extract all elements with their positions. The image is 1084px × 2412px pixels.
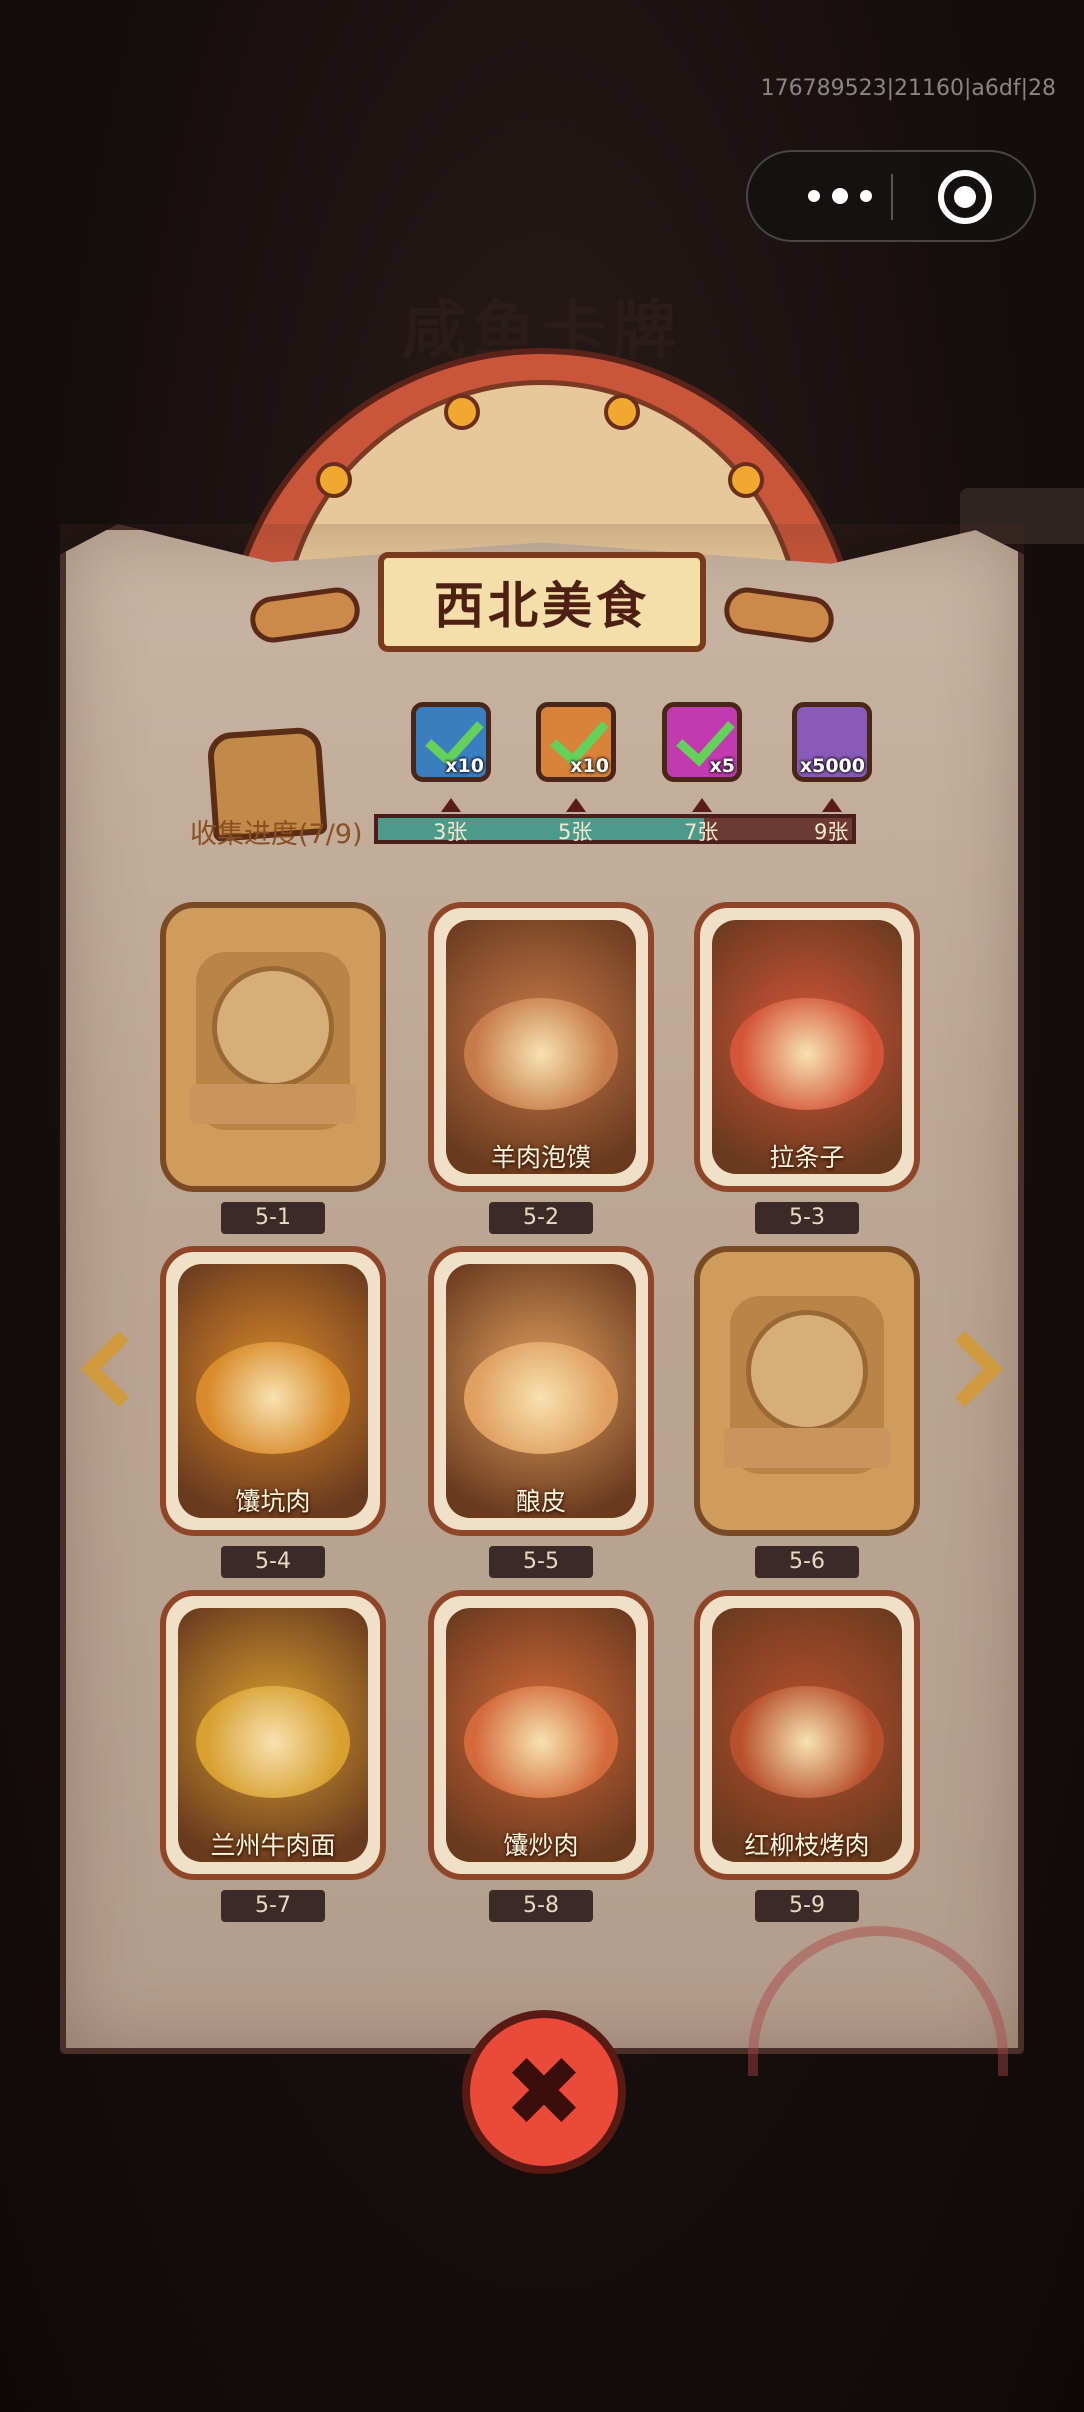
locked-card[interactable] xyxy=(160,902,386,1192)
food-card[interactable]: 兰州牛肉面 xyxy=(160,1590,386,1880)
food-name: 红柳枝烤肉 xyxy=(744,1831,870,1860)
dish-image xyxy=(196,1342,350,1454)
plate-dot xyxy=(316,462,352,498)
progress-bar-fill xyxy=(378,818,705,840)
food-card[interactable]: 酿皮 xyxy=(428,1246,654,1536)
scroll-roll-left xyxy=(247,584,363,646)
target-icon[interactable] xyxy=(938,170,992,224)
plate-dot xyxy=(728,462,764,498)
crystal-icon[interactable]: x5000 xyxy=(792,702,872,782)
plate-dot xyxy=(444,394,480,430)
food-card[interactable]: 馕坑肉 xyxy=(160,1246,386,1536)
capsule-divider xyxy=(891,174,893,220)
dish-image xyxy=(730,998,884,1110)
reward-quantity: x5 xyxy=(709,755,735,777)
food-artwork xyxy=(178,1264,368,1518)
food-card[interactable]: 红柳枝烤肉 xyxy=(694,1590,920,1880)
panel-title: 西北美食 xyxy=(434,576,650,635)
prev-page-button[interactable] xyxy=(74,1320,158,1420)
title-banner: 西北美食 xyxy=(378,552,706,652)
scroll-roll-right xyxy=(721,584,837,646)
food-name: 酿皮 xyxy=(515,1487,566,1516)
milestone-label: 3张 xyxy=(433,820,468,844)
milestone-marker xyxy=(441,798,461,812)
food-card[interactable]: 羊肉泡馍 xyxy=(428,902,654,1192)
milestone-marker xyxy=(692,798,712,812)
bag-icon[interactable]: x10 xyxy=(411,702,491,782)
food-name: 羊肉泡馍 xyxy=(490,1143,591,1172)
debug-id: 176789523|21160|a6df|28 xyxy=(760,76,1056,101)
dish-image xyxy=(196,1686,350,1798)
food-card[interactable]: 馕炒肉 xyxy=(428,1590,654,1880)
food-artwork xyxy=(446,1608,636,1862)
card-code: 5-9 xyxy=(755,1890,859,1922)
mini-program-capsule xyxy=(746,150,1036,242)
next-page-button[interactable] xyxy=(926,1320,1008,1420)
dish-image xyxy=(464,1686,618,1798)
milestone-label: 7张 xyxy=(684,820,719,844)
close-icon: ✖ xyxy=(503,2036,585,2148)
food-artwork xyxy=(446,920,636,1174)
card-code: 5-6 xyxy=(755,1546,859,1578)
dish-image xyxy=(464,998,618,1110)
food-artwork xyxy=(446,1264,636,1518)
card-code: 5-3 xyxy=(755,1202,859,1234)
food-card[interactable]: 拉条子 xyxy=(694,902,920,1192)
food-artwork xyxy=(178,1608,368,1862)
food-artwork xyxy=(712,920,902,1174)
plate-dot xyxy=(604,394,640,430)
dish-image xyxy=(464,1342,618,1454)
milestone-marker xyxy=(822,798,842,812)
locked-placeholder-ban xyxy=(724,1428,890,1468)
progress-label: 收集进度(7/9) xyxy=(190,819,363,850)
milestone-label: 5张 xyxy=(558,820,593,844)
reward-quantity: x5000 xyxy=(799,755,865,777)
food-artwork xyxy=(712,1608,902,1862)
food-name: 拉条子 xyxy=(769,1143,845,1172)
card-code: 5-4 xyxy=(221,1546,325,1578)
ticket-icon[interactable]: x10 xyxy=(536,702,616,782)
close-button[interactable]: ✖ xyxy=(462,2010,626,2174)
food-name: 馕炒肉 xyxy=(503,1831,579,1860)
milestone-label: 9张 xyxy=(814,820,849,844)
title-ribbon: 西北美食 xyxy=(247,552,837,656)
food-name: 兰州牛肉面 xyxy=(210,1831,336,1860)
card-code: 5-5 xyxy=(489,1546,593,1578)
card-code: 5-7 xyxy=(221,1890,325,1922)
milestone-marker xyxy=(566,798,586,812)
card-code: 5-2 xyxy=(489,1202,593,1234)
food-name: 馕坑肉 xyxy=(235,1487,311,1516)
locked-placeholder-bowl xyxy=(212,966,334,1088)
dish-image xyxy=(730,1686,884,1798)
orb-icon[interactable]: x5 xyxy=(662,702,742,782)
locked-card[interactable] xyxy=(694,1246,920,1536)
card-code: 5-1 xyxy=(221,1202,325,1234)
more-icon[interactable] xyxy=(790,152,890,240)
reward-quantity: x10 xyxy=(445,755,484,777)
card-code: 5-8 xyxy=(489,1890,593,1922)
locked-placeholder-bowl xyxy=(746,1310,868,1432)
reward-quantity: x10 xyxy=(570,755,609,777)
locked-placeholder-ban xyxy=(190,1084,356,1124)
